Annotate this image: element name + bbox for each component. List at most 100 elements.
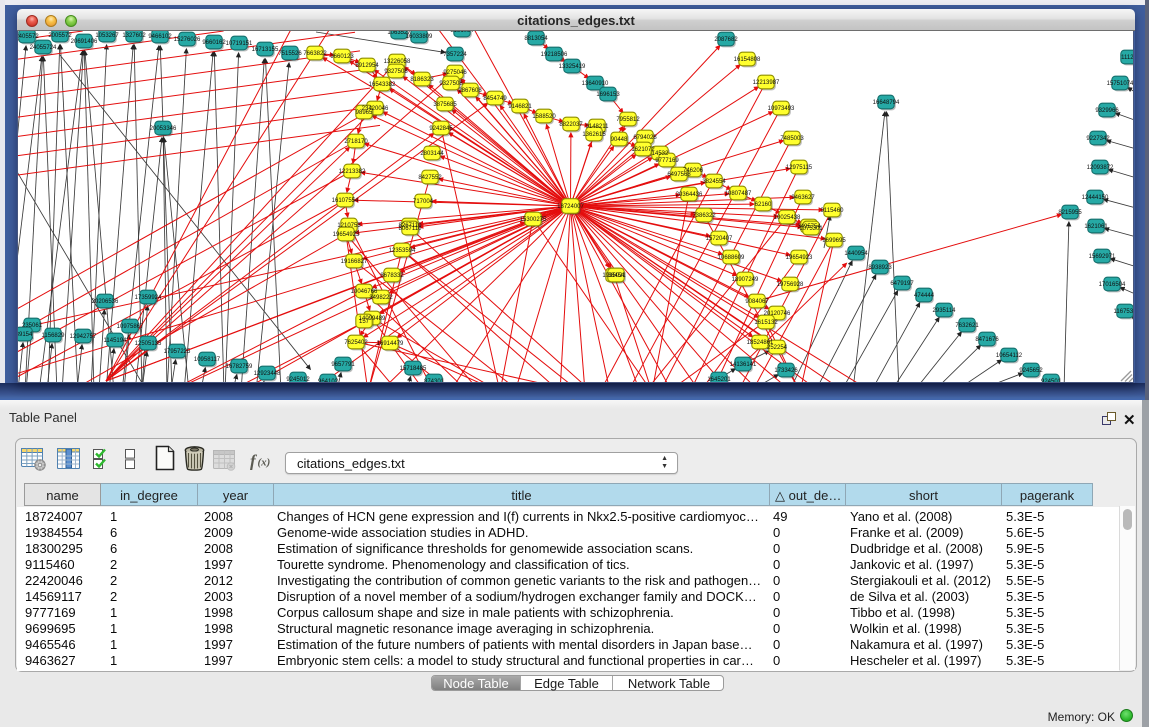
svg-text:(x): (x)	[258, 457, 271, 469]
svg-text:3824554: 3824554	[702, 179, 726, 185]
svg-text:474444: 474444	[914, 293, 935, 299]
svg-text:8912954: 8912954	[355, 63, 379, 69]
svg-text:2718170: 2718170	[344, 139, 368, 145]
svg-text:1588520: 1588520	[532, 114, 556, 120]
svg-text:2803144: 2803144	[420, 151, 444, 157]
svg-text:20364436: 20364436	[676, 192, 703, 198]
svg-text:12975115: 12975115	[786, 165, 813, 171]
svg-text:20120746: 20120746	[764, 311, 791, 317]
svg-text:12213382: 12213382	[339, 169, 366, 175]
svg-text:9327508: 9327508	[439, 81, 463, 87]
svg-text:1615132: 1615132	[754, 320, 778, 326]
svg-text:9660162: 9660162	[202, 40, 226, 46]
svg-text:13226058: 13226058	[384, 59, 411, 65]
svg-text:10719151: 10719151	[226, 41, 253, 47]
svg-text:11123: 11123	[1121, 55, 1134, 61]
svg-text:39154: 39154	[17, 332, 33, 338]
svg-text:16782759: 16782759	[226, 364, 253, 370]
svg-text:18907249: 18907249	[732, 277, 759, 283]
svg-text:15751074: 15751074	[1107, 81, 1134, 87]
svg-text:7625402: 7625402	[344, 340, 368, 346]
svg-text:16914479: 16914479	[377, 341, 404, 347]
svg-text:1210753: 1210753	[337, 223, 361, 229]
svg-text:19654923: 19654923	[333, 232, 360, 238]
svg-text:14532: 14532	[652, 151, 669, 157]
svg-text:13640910: 13640910	[582, 81, 609, 87]
svg-text:12353594: 12353594	[389, 248, 416, 254]
svg-text:15692971: 15692971	[1089, 254, 1116, 260]
svg-text:717004: 717004	[413, 199, 434, 205]
svg-text:7357224: 7357224	[443, 52, 467, 58]
svg-text:235061: 235061	[22, 323, 43, 329]
svg-text:16648794: 16648794	[873, 100, 900, 106]
svg-text:7485003: 7485003	[780, 136, 804, 142]
svg-text:9660123: 9660123	[330, 54, 354, 60]
svg-text:12444150: 12444150	[1082, 195, 1109, 201]
svg-text:2005572: 2005572	[48, 33, 72, 39]
svg-text:6497568: 6497568	[667, 172, 691, 178]
svg-text:19166827: 19166827	[341, 259, 368, 265]
svg-text:3498222: 3498222	[369, 295, 393, 301]
svg-text:8471676: 8471676	[975, 337, 999, 343]
svg-text:8822037: 8822037	[559, 122, 583, 128]
svg-text:6479197: 6479197	[890, 281, 914, 287]
svg-text:9275046: 9275046	[443, 70, 467, 76]
svg-text:9148211: 9148211	[586, 124, 610, 130]
svg-text:90448: 90448	[611, 137, 628, 143]
svg-text:98965: 98965	[356, 110, 373, 116]
svg-text:1156829: 1156829	[42, 333, 66, 339]
svg-text:1145194: 1145194	[104, 338, 128, 344]
svg-text:1362615: 1362615	[582, 132, 606, 138]
svg-text:10654112: 10654112	[996, 353, 1023, 359]
svg-text:8427552: 8427552	[418, 175, 442, 181]
svg-text:20206536: 20206536	[92, 299, 119, 305]
svg-text:10025438: 10025438	[774, 215, 801, 221]
svg-text:7632621: 7632621	[955, 323, 979, 329]
svg-text:16107554: 16107554	[332, 198, 359, 204]
svg-text:8186323: 8186323	[410, 77, 434, 83]
svg-text:8938923: 8938923	[868, 265, 892, 271]
svg-text:9327508: 9327508	[384, 69, 408, 75]
svg-text:10807487: 10807487	[725, 191, 752, 197]
svg-text:12942757: 12942757	[70, 334, 97, 340]
svg-text:12093872: 12093872	[1087, 165, 1114, 171]
svg-text:1621061: 1621061	[1084, 224, 1108, 230]
svg-text:9245652: 9245652	[1019, 368, 1043, 374]
svg-text:8454749: 8454749	[483, 96, 507, 102]
svg-text:1053267: 1053267	[95, 33, 119, 39]
svg-text:20053346: 20053346	[150, 126, 177, 132]
svg-text:19756928: 19756928	[777, 282, 804, 288]
svg-text:1327602: 1327602	[122, 33, 146, 39]
svg-text:2867608: 2867608	[458, 88, 482, 94]
svg-text:2405572: 2405572	[17, 34, 39, 40]
svg-text:1696153: 1696153	[596, 92, 620, 98]
svg-text:10975867: 10975867	[117, 324, 144, 330]
svg-text:9227342: 9227342	[1086, 136, 1110, 142]
svg-text:8215955: 8215955	[1058, 210, 1082, 216]
svg-text:12505135: 12505135	[135, 341, 162, 347]
svg-text:20691406: 20691406	[71, 39, 98, 45]
svg-text:7663822: 7663822	[303, 51, 327, 57]
svg-text:12213987: 12213987	[753, 80, 780, 86]
svg-text:8067110: 8067110	[399, 226, 423, 232]
svg-text:19218506: 19218506	[541, 52, 568, 58]
svg-text:62160: 62160	[755, 202, 772, 208]
svg-text:19654923: 19654923	[786, 255, 813, 261]
svg-text:9657791: 9657791	[331, 362, 355, 368]
svg-text:9777169: 9777169	[655, 158, 679, 164]
svg-text:9466102: 9466102	[148, 34, 172, 40]
svg-text:15720407: 15720407	[706, 236, 733, 242]
svg-text:9115460: 9115460	[821, 208, 845, 214]
svg-text:16154808: 16154808	[734, 57, 761, 63]
svg-text:9146821: 9146821	[508, 104, 532, 110]
svg-text:3875685: 3875685	[433, 102, 457, 108]
svg-text:157: 157	[359, 319, 370, 325]
svg-text:10958117: 10958117	[194, 357, 221, 363]
svg-text:10688609: 10688609	[718, 255, 745, 261]
svg-text:16033809: 16033809	[406, 34, 433, 40]
svg-text:13325419: 13325419	[559, 64, 586, 70]
svg-text:1733426: 1733426	[774, 368, 798, 374]
svg-text:38454: 38454	[608, 273, 625, 279]
svg-text:15276026: 15276026	[174, 37, 201, 43]
svg-text:10973493: 10973493	[768, 106, 795, 112]
